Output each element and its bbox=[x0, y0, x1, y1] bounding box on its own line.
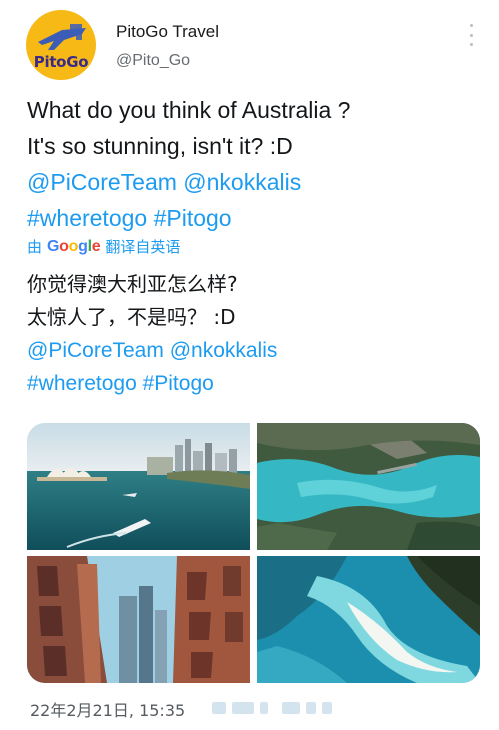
photo-city-street[interactable] bbox=[27, 556, 250, 683]
google-logo: Google bbox=[47, 237, 101, 255]
translated-mentions[interactable]: @PiCoreTeam @nkokkalis bbox=[27, 334, 477, 367]
photo-sydney-aerial[interactable] bbox=[257, 423, 480, 550]
user-handle[interactable]: @Pito_Go bbox=[116, 52, 190, 70]
redacted-block bbox=[322, 702, 332, 714]
photo-sydney-harbour[interactable] bbox=[27, 423, 250, 550]
avatar-logo-text: PitoGo bbox=[33, 53, 89, 71]
tweet-hashtags[interactable]: #wheretogo #Pitogo bbox=[27, 200, 477, 236]
tweet-mentions[interactable]: @PiCoreTeam @nkokkalis bbox=[27, 164, 477, 200]
tweet-timestamp[interactable]: 22年2月21日, 15:35 bbox=[30, 697, 185, 721]
translation-attribution[interactable]: 由 Google 翻译自英语 bbox=[27, 236, 180, 257]
tweet-line-2: It's so stunning, isn't it? :D bbox=[27, 133, 293, 159]
redacted-block bbox=[260, 702, 268, 714]
redacted-block bbox=[282, 702, 300, 714]
translated-line-2: 太惊人了，不是吗？ :D bbox=[27, 305, 236, 329]
translation-suffix: 翻译自英语 bbox=[105, 238, 181, 256]
media-grid bbox=[27, 423, 480, 683]
tweet-line-1: What do you think of Australia ? bbox=[27, 97, 351, 123]
photo-whitehaven-beach[interactable] bbox=[257, 556, 480, 683]
redacted-block bbox=[306, 702, 316, 714]
translated-line-1: 你觉得澳大利亚怎么样? bbox=[27, 272, 238, 296]
avatar[interactable]: PitoGo bbox=[26, 10, 96, 80]
more-vertical-icon[interactable] bbox=[468, 24, 474, 46]
translated-hashtags[interactable]: #wheretogo #Pitogo bbox=[27, 367, 477, 400]
translation-prefix: 由 bbox=[27, 238, 43, 256]
tweet-header: PitoGo PitoGo Travel @Pito_Go bbox=[26, 10, 486, 80]
display-name[interactable]: PitoGo Travel bbox=[116, 22, 219, 42]
tweet-body: What do you think of Australia ? It's so… bbox=[27, 92, 477, 236]
translated-body: 你觉得澳大利亚怎么样? 太惊人了，不是吗？ :D @PiCoreTeam @nk… bbox=[27, 268, 477, 400]
redacted-block bbox=[232, 702, 254, 714]
redacted-block bbox=[212, 702, 226, 714]
